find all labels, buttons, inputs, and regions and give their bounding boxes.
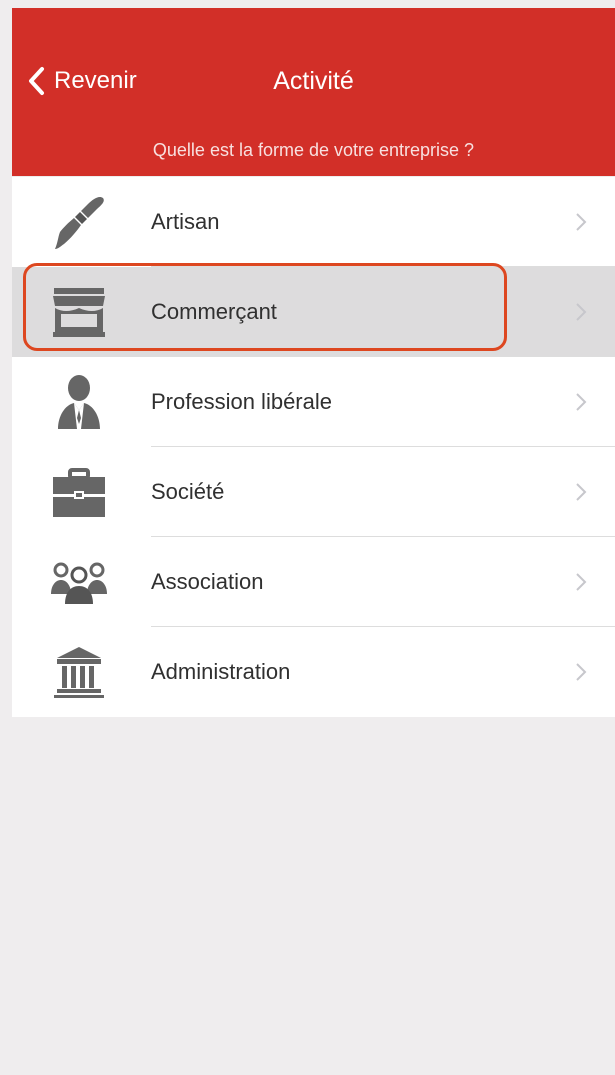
app-screen: Revenir Activité Quelle est la forme de … bbox=[12, 0, 615, 1075]
navigation-bar: Revenir Activité Quelle est la forme de … bbox=[12, 8, 615, 176]
page-subtitle: Quelle est la forme de votre entreprise … bbox=[152, 140, 475, 160]
list-item-label: Commerçant bbox=[151, 299, 277, 324]
chevron-right-icon bbox=[576, 483, 587, 501]
list-item-label: Administration bbox=[151, 659, 291, 684]
briefcase-icon bbox=[50, 464, 108, 520]
government-building-icon bbox=[50, 644, 108, 700]
activity-list: Artisan Commerçant Profession libérale S… bbox=[12, 176, 615, 717]
list-item-label: Profession libérale bbox=[151, 389, 332, 414]
empty-area bbox=[12, 718, 615, 1075]
list-item-artisan[interactable]: Artisan bbox=[12, 177, 615, 267]
list-item-societe[interactable]: Société bbox=[12, 447, 615, 537]
person-suit-icon bbox=[50, 374, 108, 430]
list-item-administration[interactable]: Administration bbox=[12, 627, 615, 717]
storefront-icon bbox=[50, 284, 108, 340]
list-item-association[interactable]: Association bbox=[12, 537, 615, 627]
chevron-right-icon bbox=[576, 393, 587, 411]
chevron-right-icon bbox=[576, 213, 587, 231]
page-title: Activité bbox=[273, 67, 354, 95]
people-group-icon bbox=[50, 554, 108, 610]
list-item-label: Société bbox=[151, 479, 225, 504]
paintbrush-icon bbox=[50, 194, 108, 250]
list-item-commercant[interactable]: Commerçant bbox=[12, 267, 615, 357]
list-item-label: Association bbox=[151, 569, 264, 594]
chevron-right-icon bbox=[576, 663, 587, 681]
chevron-right-icon bbox=[576, 303, 587, 321]
chevron-right-icon bbox=[576, 573, 587, 591]
list-item-profession-liberale[interactable]: Profession libérale bbox=[12, 357, 615, 447]
list-item-label: Artisan bbox=[151, 209, 220, 234]
